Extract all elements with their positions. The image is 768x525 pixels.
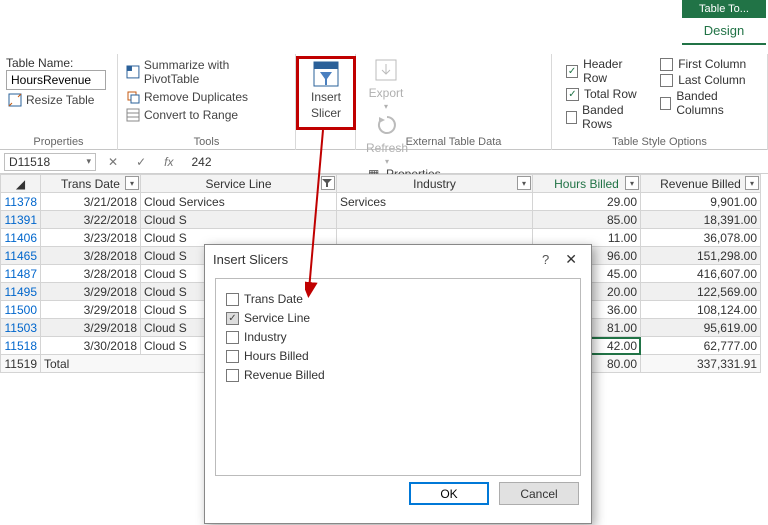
slicer-field-checkbox[interactable]: Revenue Billed: [226, 368, 570, 382]
chk-last-col[interactable]: Last Column: [660, 73, 753, 87]
filter-icon[interactable]: ▾: [745, 176, 759, 190]
group-style-options: ✓Header Row ✓Total Row Banded Rows First…: [552, 54, 768, 150]
slicer-field-checkbox[interactable]: ✓Service Line: [226, 311, 570, 325]
table-name-input[interactable]: [6, 70, 106, 90]
group-slicer: Insert Slicer: [296, 54, 356, 150]
chk-header-row[interactable]: ✓Header Row: [566, 57, 644, 85]
help-icon[interactable]: ?: [532, 252, 559, 267]
row-header[interactable]: 11391: [1, 211, 41, 229]
slicer-icon: [312, 60, 340, 88]
col-service-line[interactable]: Service Line: [141, 175, 337, 193]
design-tab[interactable]: Design: [682, 18, 766, 45]
slicer-field-checkbox[interactable]: Trans Date: [226, 292, 570, 306]
insert-slicers-dialog: Insert Slicers ? ✕ Trans Date ✓Service Li…: [204, 244, 592, 524]
ribbon: Table To... Design Table Name: Resize Ta…: [0, 0, 768, 150]
close-icon[interactable]: ✕: [559, 251, 583, 268]
row-header[interactable]: 11487: [1, 265, 41, 283]
row-header[interactable]: 11378: [1, 193, 41, 211]
group-label-external: External Table Data: [356, 136, 551, 148]
cancel-button[interactable]: Cancel: [499, 482, 579, 505]
export-button[interactable]: Export ▾: [362, 56, 410, 111]
select-all-corner[interactable]: ◢: [1, 175, 41, 193]
group-tools: Summarize with PivotTable Remove Duplica…: [118, 54, 296, 150]
filter-applied-icon[interactable]: [321, 176, 335, 190]
remove-dup-icon: [126, 90, 140, 104]
row-header[interactable]: 11500: [1, 301, 41, 319]
export-icon: [372, 56, 400, 84]
fx-icon[interactable]: fx: [158, 155, 179, 169]
remove-duplicates-button[interactable]: Remove Duplicates: [124, 89, 289, 105]
pivot-icon: [126, 65, 140, 79]
slicer-field-checkbox[interactable]: Industry: [226, 330, 570, 344]
filter-icon[interactable]: ▾: [125, 176, 139, 190]
dialog-field-list: Trans Date ✓Service Line Industry Hours Bil…: [215, 278, 581, 476]
row-header[interactable]: 11495: [1, 283, 41, 301]
group-external: Export ▾ Refresh ▾ ▦Properties ▢Open in …: [356, 54, 552, 150]
slicer-field-checkbox[interactable]: Hours Billed: [226, 349, 570, 363]
ok-button[interactable]: OK: [409, 482, 489, 505]
chk-total-row[interactable]: ✓Total Row: [566, 87, 644, 101]
row-header[interactable]: 11518: [1, 337, 41, 355]
resize-icon: [8, 93, 22, 107]
col-trans-date[interactable]: Trans Date▾: [41, 175, 141, 193]
group-label-tools: Tools: [118, 136, 295, 148]
convert-range-button[interactable]: Convert to Range: [124, 107, 289, 123]
summarize-pivot-button[interactable]: Summarize with PivotTable: [124, 57, 289, 87]
table-row[interactable]: 113783/21/2018Cloud ServicesServices29.0…: [1, 193, 761, 211]
contextual-tab: Table To... Design: [682, 0, 766, 45]
cancel-formula-icon[interactable]: ✕: [102, 155, 124, 169]
resize-table-button[interactable]: Resize Table: [6, 92, 111, 108]
table-name-label: Table Name:: [6, 56, 111, 70]
range-icon: [126, 108, 140, 122]
chevron-down-icon: ▾: [86, 156, 91, 167]
row-header[interactable]: 11465: [1, 247, 41, 265]
insert-slicer-button[interactable]: Insert Slicer: [298, 56, 354, 124]
chk-banded-cols[interactable]: Banded Columns: [660, 89, 753, 117]
name-box[interactable]: D11518 ▾: [4, 153, 96, 171]
resize-label: Resize Table: [26, 93, 94, 107]
group-label-properties: Properties: [0, 136, 117, 148]
row-header[interactable]: 11406: [1, 229, 41, 247]
group-label-options: Table Style Options: [552, 136, 767, 148]
accept-formula-icon[interactable]: ✓: [130, 155, 152, 169]
col-hours-billed[interactable]: Hours Billed▾: [533, 175, 641, 193]
dialog-title: Insert Slicers: [213, 252, 288, 267]
filter-icon[interactable]: ▾: [625, 176, 639, 190]
table-row[interactable]: 113913/22/2018Cloud S85.0018,391.00: [1, 211, 761, 229]
row-header[interactable]: 11503: [1, 319, 41, 337]
chk-first-col[interactable]: First Column: [660, 57, 753, 71]
filter-icon[interactable]: ▾: [517, 176, 531, 190]
chk-banded-rows[interactable]: Banded Rows: [566, 103, 644, 131]
group-properties: Table Name: Resize Table Properties: [0, 54, 118, 150]
col-industry[interactable]: Industry▾: [337, 175, 533, 193]
refresh-icon: [373, 111, 401, 139]
col-revenue-billed[interactable]: Revenue Billed▾: [641, 175, 761, 193]
table-tools-title: Table To...: [682, 0, 766, 18]
